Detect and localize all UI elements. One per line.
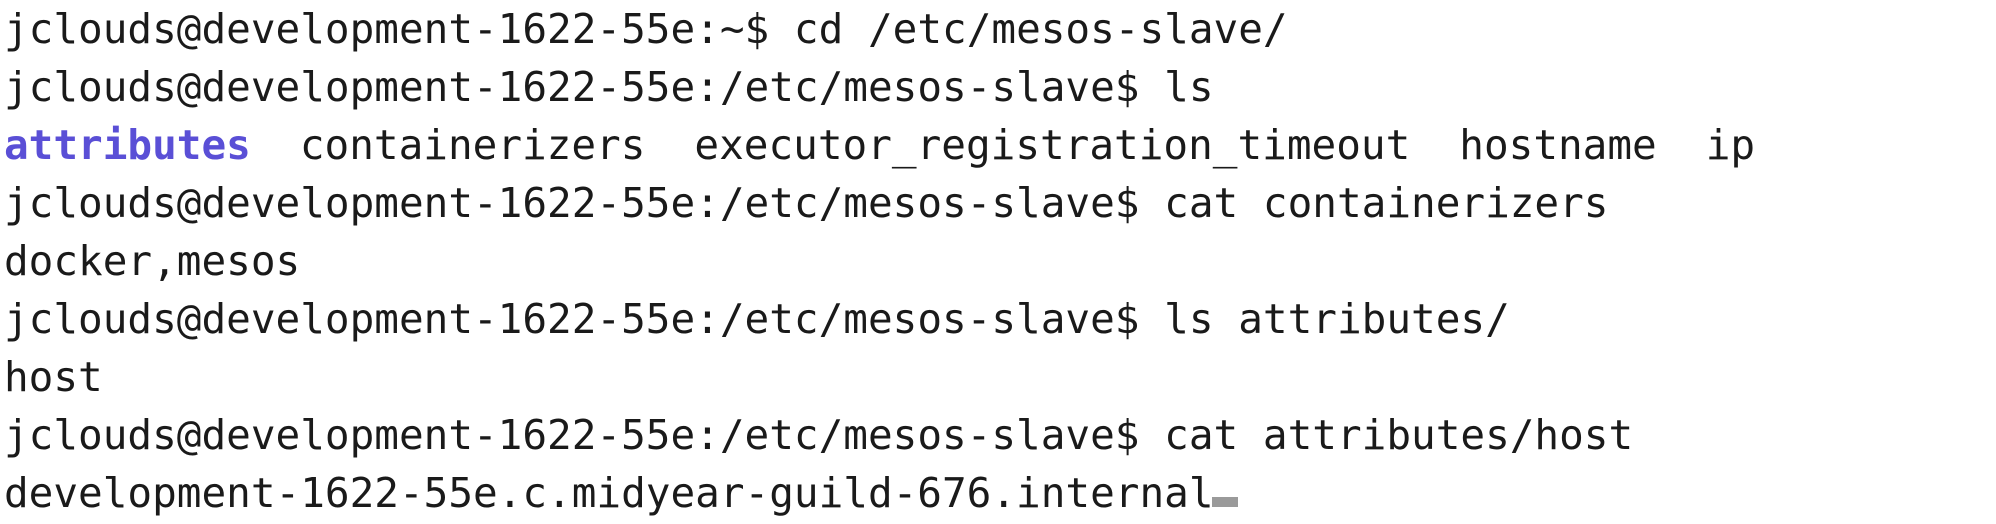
- command-output: development-1622-55e.c.midyear-guild-676…: [4, 469, 1214, 517]
- ls-file-containerizers: containerizers: [299, 121, 646, 169]
- terminal-line-6: jclouds@development-1622-55e:/etc/mesos-…: [4, 290, 1996, 348]
- prompt-symbol: $: [1114, 63, 1165, 111]
- command-text: cd /etc/mesos-slave/: [793, 5, 1288, 53]
- ls-directory-attributes: attributes: [4, 121, 251, 169]
- ls-file-hostname: hostname: [1459, 121, 1657, 169]
- prompt-user-host: jclouds@development-1622-55e:: [4, 295, 720, 343]
- prompt-symbol: $: [1114, 411, 1165, 459]
- terminal-line-4: jclouds@development-1622-55e:/etc/mesos-…: [4, 174, 1996, 232]
- prompt-user-host: jclouds@development-1622-55e:: [4, 5, 720, 53]
- command-text: ls: [1164, 63, 1214, 111]
- command-text: ls attributes/: [1164, 295, 1510, 343]
- terminal-line-8: jclouds@development-1622-55e:/etc/mesos-…: [4, 406, 1996, 464]
- text-cursor: [1211, 497, 1238, 507]
- terminal-window[interactable]: jclouds@development-1622-55e:~$ cd /etc/…: [0, 0, 1996, 524]
- command-text: cat attributes/host: [1164, 411, 1634, 459]
- prompt-user-host: jclouds@development-1622-55e:: [4, 179, 720, 227]
- terminal-line-9-output: development-1622-55e.c.midyear-guild-676…: [4, 464, 1996, 522]
- ls-file-ip: ip: [1705, 121, 1756, 169]
- ls-file-executor-registration-timeout: executor_registration_timeout: [694, 121, 1411, 169]
- prompt-symbol: $: [1114, 179, 1165, 227]
- prompt-cwd: /etc/mesos-slave: [719, 295, 1115, 343]
- terminal-line-2: jclouds@development-1622-55e:/etc/mesos-…: [4, 58, 1996, 116]
- prompt-user-host: jclouds@development-1622-55e:: [4, 411, 720, 459]
- prompt-cwd: /etc/mesos-slave: [719, 63, 1115, 111]
- terminal-line-1: jclouds@development-1622-55e:~$ cd /etc/…: [4, 0, 1996, 58]
- prompt-cwd: ~: [719, 5, 745, 53]
- command-output: host: [4, 353, 103, 401]
- command-text: cat containerizers: [1164, 179, 1609, 227]
- prompt-symbol: $: [744, 5, 794, 53]
- command-output: docker,mesos: [4, 237, 301, 285]
- prompt-cwd: /etc/mesos-slave: [719, 179, 1115, 227]
- prompt-symbol: $: [1114, 295, 1165, 343]
- terminal-line-7-output: host: [4, 348, 1996, 406]
- terminal-line-3-ls-output: attributes containerizers executor_registr…: [4, 116, 1996, 174]
- prompt-user-host: jclouds@development-1622-55e:: [4, 63, 720, 111]
- terminal-line-5-output: docker,mesos: [4, 232, 1996, 290]
- prompt-cwd: /etc/mesos-slave: [719, 411, 1115, 459]
